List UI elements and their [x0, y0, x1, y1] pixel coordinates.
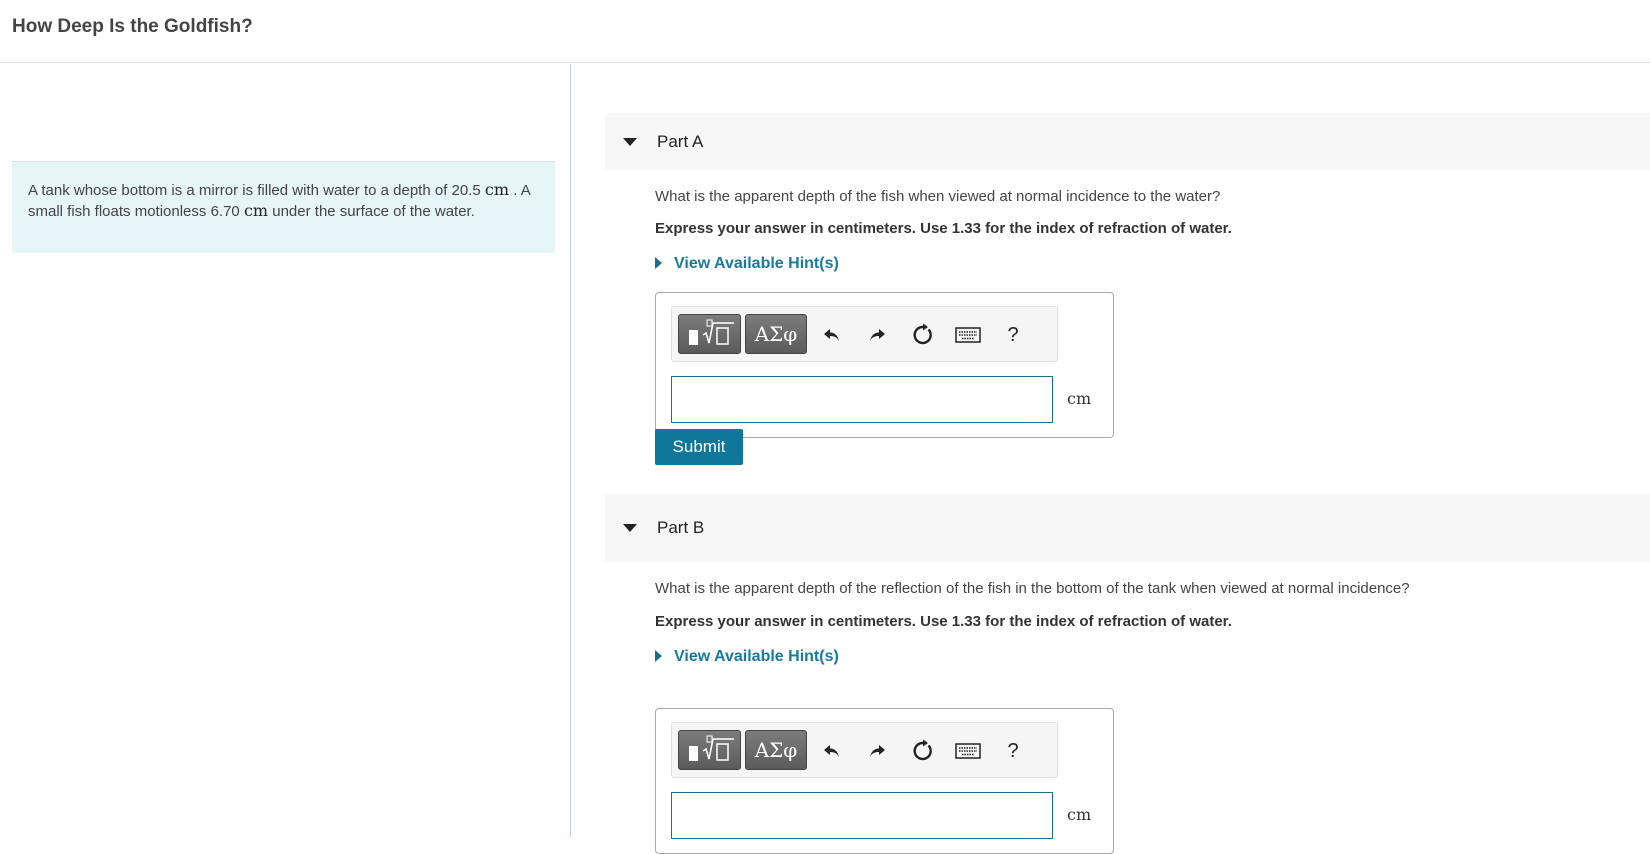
- problem-text-1: A tank whose bottom is a mirror is fille…: [28, 182, 481, 199]
- part-b-label: Part B: [657, 518, 705, 537]
- help-icon[interactable]: ?: [999, 321, 1027, 349]
- symbols-button[interactable]: ΑΣφ: [745, 730, 807, 770]
- part-a-answer-box: ΑΣφ ? cm: [655, 292, 1114, 438]
- problem-statement: A tank whose bottom is a mirror is fille…: [12, 161, 555, 253]
- part-a-hint-link[interactable]: View Available Hint(s): [655, 255, 839, 273]
- part-a-instruction: Express your answer in centimeters. Use …: [655, 220, 1232, 237]
- help-icon[interactable]: ?: [999, 737, 1027, 765]
- part-a-question: What is the apparent depth of the fish w…: [655, 188, 1221, 205]
- part-b-answer-box: ΑΣφ ? cm: [655, 708, 1114, 854]
- caret-down-icon[interactable]: [623, 137, 637, 146]
- keyboard-icon[interactable]: [954, 321, 982, 349]
- templates-button[interactable]: [678, 730, 741, 770]
- keyboard-icon[interactable]: [954, 737, 982, 765]
- symbols-button[interactable]: ΑΣφ: [745, 314, 807, 354]
- parts-panel: Part A What is the apparent depth of the…: [572, 64, 1650, 854]
- part-b-hint-label: View Available Hint(s): [674, 648, 839, 665]
- part-b-header[interactable]: Part B: [605, 494, 1650, 562]
- part-a-label: Part A: [657, 131, 704, 151]
- part-b-math-toolbar: ΑΣφ ?: [671, 722, 1058, 778]
- part-b-answer-input[interactable]: [671, 792, 1053, 839]
- redo-icon[interactable]: [863, 321, 891, 349]
- part-a-header[interactable]: Part A: [605, 113, 1650, 170]
- problem-panel: A tank whose bottom is a mirror is fille…: [0, 64, 571, 837]
- caret-right-icon: [655, 650, 662, 662]
- problem-unit-1: cm: [484, 180, 510, 199]
- part-a-math-toolbar: ΑΣφ ?: [671, 306, 1058, 362]
- reset-icon[interactable]: [909, 737, 937, 765]
- part-a-hint-label: View Available Hint(s): [674, 255, 839, 272]
- caret-right-icon: [655, 257, 662, 269]
- templates-icon: [689, 735, 734, 761]
- undo-icon[interactable]: [818, 737, 846, 765]
- caret-down-icon[interactable]: [623, 524, 637, 532]
- part-a-answer-input[interactable]: [671, 376, 1053, 423]
- reset-icon[interactable]: [909, 321, 937, 349]
- part-b-question: What is the apparent depth of the reflec…: [655, 580, 1410, 597]
- submit-button[interactable]: Submit: [655, 429, 743, 465]
- header-bar: How Deep Is the Goldfish?: [0, 0, 1650, 63]
- templates-icon: [689, 319, 734, 345]
- undo-icon[interactable]: [818, 321, 846, 349]
- problem-unit-2: cm: [243, 201, 269, 220]
- page-title: How Deep Is the Goldfish?: [12, 16, 253, 37]
- part-b-unit: cm: [1067, 805, 1092, 824]
- problem-text-3: under the surface of the water.: [272, 203, 475, 220]
- part-b-instruction: Express your answer in centimeters. Use …: [655, 613, 1232, 630]
- redo-icon[interactable]: [863, 737, 891, 765]
- part-b-hint-link[interactable]: View Available Hint(s): [655, 648, 839, 666]
- part-a-unit: cm: [1067, 389, 1092, 408]
- templates-button[interactable]: [678, 314, 741, 354]
